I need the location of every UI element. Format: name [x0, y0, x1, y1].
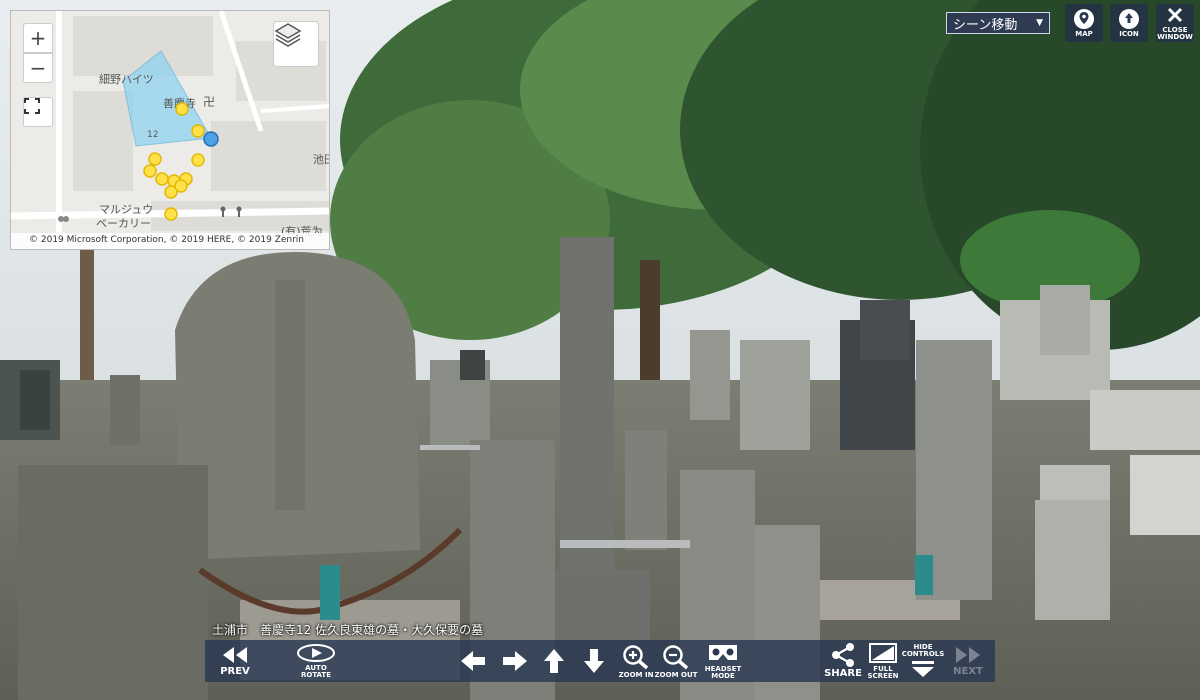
pan-right-button[interactable] — [499, 640, 531, 682]
zoom-in-icon — [623, 644, 649, 669]
zoom-in-button[interactable]: ZOOM IN — [617, 640, 655, 682]
temple-icon: 卍 — [203, 95, 216, 109]
headset-mode-label: HEADSET MODE — [705, 666, 741, 680]
fullscreen-corners-icon — [24, 98, 40, 114]
full-screen-icon — [869, 643, 897, 663]
close-label-line2: WINDOW — [1157, 33, 1193, 41]
full-screen-button[interactable]: FULL SCREEN — [865, 640, 901, 682]
layers-icon — [274, 23, 302, 47]
map-layers-button[interactable] — [273, 21, 319, 67]
icon-toggle-button[interactable]: ICON — [1110, 4, 1148, 42]
full-screen-line2: SCREEN — [867, 672, 899, 680]
map-copyright: © 2019 Microsoft Corporation, © 2019 HER… — [11, 233, 329, 249]
vr-headset-icon — [709, 645, 737, 660]
scene-select-dropdown[interactable]: シーン移動 ▼ — [946, 12, 1050, 34]
map-label-number: 12 — [147, 130, 159, 140]
caret-down-icon: ▼ — [1036, 18, 1043, 28]
auto-rotate-line2: ROTATE — [300, 671, 331, 679]
hide-triangle-icon — [912, 661, 934, 677]
full-screen-label: FULL SCREEN — [868, 666, 899, 680]
zoom-out-icon — [663, 644, 689, 669]
pan-down-button[interactable] — [579, 640, 609, 682]
rewind-icon — [223, 647, 247, 663]
map-label-bakery: ベーカリー — [96, 217, 151, 230]
share-label: SHARE — [824, 668, 862, 679]
hide-controls-line2: CONTROLS — [901, 650, 945, 658]
arrow-up-icon — [544, 649, 564, 673]
viewer-toolbar: PREV AUTO ROTATE ZOOM IN ZOOM OUT HEADSE… — [205, 640, 995, 682]
prev-button[interactable]: PREV — [215, 640, 255, 682]
share-icon — [832, 643, 854, 667]
map-label-zenkyoji: 善慶寺 — [163, 97, 196, 110]
arrow-left-icon — [461, 651, 485, 671]
minimap[interactable]: 細野ハイツ 善慶寺 卍 12 池田 マルジュウ ベーカリー (有)荒为 + − — [10, 10, 330, 250]
rotate-eye-icon — [297, 644, 335, 662]
zoom-out-button[interactable]: ZOOM OUT — [655, 640, 697, 682]
map-zoom-out-button[interactable]: − — [23, 53, 53, 83]
upload-icon — [1119, 8, 1139, 29]
arrow-right-icon — [503, 651, 527, 671]
arrow-down-icon — [584, 649, 604, 673]
headset-mode-button[interactable]: HEADSET MODE — [701, 640, 745, 682]
icon-toggle-label: ICON — [1119, 29, 1139, 38]
pan-left-button[interactable] — [457, 640, 489, 682]
headset-line2: MODE — [711, 672, 735, 680]
zoom-out-label: ZOOM OUT — [654, 670, 698, 679]
next-label: NEXT — [953, 666, 983, 677]
map-fullscreen-button[interactable] — [23, 97, 53, 127]
prev-label: PREV — [220, 666, 250, 677]
map-label-hosono-heights: 細野ハイツ — [99, 73, 154, 86]
close-icon — [1167, 7, 1183, 23]
scene-caption: 土浦市 善慶寺12 佐久良東雄の墓・大久保要の墓 — [212, 623, 484, 637]
pan-up-button[interactable] — [539, 640, 569, 682]
auto-rotate-label: AUTO ROTATE — [301, 665, 331, 679]
hide-controls-button[interactable]: HIDE CONTROLS — [901, 640, 945, 682]
map-zoom-in-button[interactable]: + — [23, 23, 53, 53]
map-label-ikeda: 池田 — [313, 153, 329, 166]
hide-controls-label: HIDE CONTROLS — [902, 644, 945, 658]
close-window-label: CLOSE WINDOW — [1157, 27, 1193, 41]
share-button[interactable]: SHARE — [823, 640, 863, 682]
map-toggle-label: MAP — [1075, 29, 1093, 38]
map-pin-icon — [1074, 8, 1094, 29]
zoom-in-label: ZOOM IN — [618, 670, 654, 679]
fast-forward-icon — [956, 647, 980, 663]
map-toggle-button[interactable]: MAP — [1065, 4, 1103, 42]
auto-rotate-button[interactable]: AUTO ROTATE — [293, 640, 339, 682]
next-button[interactable]: NEXT — [951, 640, 985, 682]
scene-select-label: シーン移動 — [953, 17, 1018, 33]
close-window-button[interactable]: CLOSE WINDOW — [1156, 4, 1194, 42]
